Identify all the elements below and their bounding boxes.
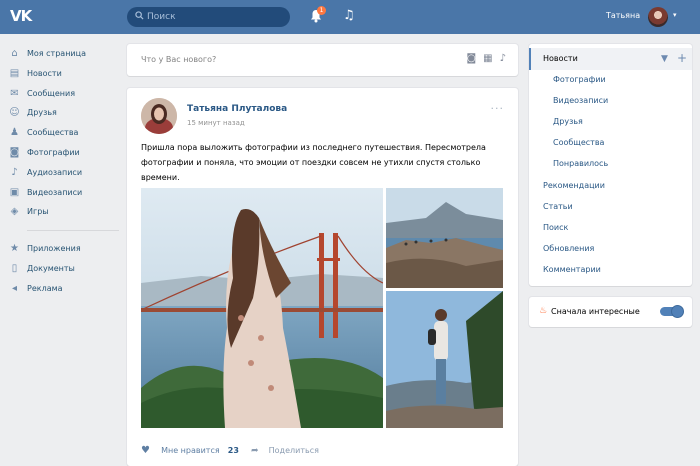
nav-label: Игры xyxy=(27,207,49,217)
nav-item-messages[interactable]: ✉ Сообщения xyxy=(8,85,123,105)
menu-item-comments[interactable]: Комментарии xyxy=(543,265,601,274)
fire-icon: ♨ xyxy=(539,306,548,316)
nav-label: Аудиозаписи xyxy=(27,167,83,177)
avatar[interactable] xyxy=(648,7,668,27)
video-icon: ▣ xyxy=(9,186,20,198)
nav-label: Реклама xyxy=(27,283,63,293)
video-icon[interactable]: ▦ xyxy=(483,53,492,64)
menu-subitem-friends[interactable]: Друзья xyxy=(553,117,583,126)
document-icon: ▯ xyxy=(11,262,18,274)
search-icon xyxy=(135,11,144,20)
search-input[interactable] xyxy=(147,9,285,25)
post-composer[interactable]: Что у Вас нового? ◙ ▦ ♪ xyxy=(127,44,518,76)
post-text: Пришла пора выложить фотографии из после… xyxy=(141,143,486,182)
like-button[interactable]: ♥ Мне нравится 23 xyxy=(141,438,239,457)
post-card: Татьяна Плуталова 15 минут назад ··· При… xyxy=(127,88,518,466)
nav-label: Моя страница xyxy=(27,49,86,58)
search-box[interactable] xyxy=(127,7,290,27)
nav-item-photos[interactable]: ◙ Фотографии xyxy=(8,144,123,164)
music-icon[interactable]: ♫ xyxy=(343,8,355,23)
nav-item-ads[interactable]: ◂ Реклама xyxy=(8,280,123,300)
news-icon: ▤ xyxy=(9,67,20,79)
camera-icon: ◙ xyxy=(9,146,20,158)
toggle-knob xyxy=(671,305,684,318)
share-button[interactable]: ➦ Поделиться xyxy=(251,438,319,457)
nav-label: Фотографии xyxy=(27,147,80,157)
nav-label: Новости xyxy=(27,68,62,78)
nav-label: Сообщения xyxy=(27,88,76,98)
camera-icon[interactable]: ◙ xyxy=(466,53,476,64)
nav-label: Приложения xyxy=(27,244,81,254)
share-label: Поделиться xyxy=(268,446,319,455)
post-photo-hiker[interactable] xyxy=(386,291,503,428)
post-photo-coast[interactable] xyxy=(386,188,503,288)
nav-item-games[interactable]: ◈ Игры xyxy=(8,203,123,223)
message-icon: ✉ xyxy=(10,87,19,99)
menu-item-articles[interactable]: Статьи xyxy=(543,202,573,211)
like-label: Мне нравится xyxy=(161,446,220,455)
vk-logo[interactable]: VK xyxy=(10,7,34,27)
post-photo-main[interactable] xyxy=(141,188,383,428)
news-filter-menu: Новости ▼ + Фотографии Видеозаписи Друзь… xyxy=(529,44,692,286)
megaphone-icon: ◂ xyxy=(11,282,18,294)
nav-label: Документы xyxy=(27,263,75,273)
star-icon: ★ xyxy=(10,243,19,255)
friends-icon: ☺ xyxy=(9,107,20,119)
menu-subitem-liked[interactable]: Понравилось xyxy=(553,159,608,168)
menu-item-recommendations[interactable]: Рекомендации xyxy=(543,181,605,190)
music-icon: ♪ xyxy=(11,166,18,178)
filter-icon[interactable]: ▼ xyxy=(661,54,668,64)
nav-item-video[interactable]: ▣ Видеозаписи xyxy=(8,184,123,204)
left-nav: ⌂ Моя страница ▤ Новости ✉ Сообщения ☺ Д… xyxy=(8,45,123,300)
like-count: 23 xyxy=(227,446,239,455)
share-icon: ➦ xyxy=(251,446,259,456)
nav-item-apps[interactable]: ★ Приложения xyxy=(8,240,123,260)
nav-label: Видеозаписи xyxy=(27,187,83,197)
nav-label: Сообщества xyxy=(27,128,79,138)
nav-item-docs[interactable]: ▯ Документы xyxy=(8,260,123,280)
gamepad-icon: ◈ xyxy=(10,206,19,218)
menu-subitem-photos[interactable]: Фотографии xyxy=(553,75,606,84)
composer-placeholder[interactable]: Что у Вас нового? xyxy=(141,55,216,64)
interesting-first-toggle[interactable] xyxy=(660,305,684,318)
nav-label: Друзья xyxy=(27,108,57,118)
sort-label: Сначала интересные xyxy=(551,307,640,316)
user-name[interactable]: Татьяна xyxy=(606,11,640,20)
home-icon: ⌂ xyxy=(11,48,18,59)
heart-icon: ♥ xyxy=(141,445,150,456)
nav-item-groups[interactable]: ♟ Сообщества xyxy=(8,124,123,144)
menu-item-search[interactable]: Поиск xyxy=(543,223,568,232)
notification-badge: 1 xyxy=(317,6,326,15)
music-icon[interactable]: ♪ xyxy=(500,53,506,64)
nav-item-my-page[interactable]: ⌂ Моя страница xyxy=(8,45,123,65)
top-bar: VK 1 ♫ Татьяна ▾ xyxy=(0,0,700,34)
chevron-down-icon[interactable]: ▾ xyxy=(673,11,677,19)
nav-divider xyxy=(27,230,119,232)
menu-subitem-videos[interactable]: Видеозаписи xyxy=(553,96,608,105)
more-icon[interactable]: ··· xyxy=(491,102,505,115)
plus-icon[interactable]: + xyxy=(677,51,687,65)
nav-item-friends[interactable]: ☺ Друзья xyxy=(8,104,123,124)
menu-item-updates[interactable]: Обновления xyxy=(543,244,594,253)
sort-card: ♨ Сначала интересные xyxy=(529,297,692,327)
menu-subitem-groups[interactable]: Сообщества xyxy=(553,138,604,147)
composer-attachments: ◙ ▦ ♪ xyxy=(466,53,506,64)
nav-item-audio[interactable]: ♪ Аудиозаписи xyxy=(8,164,123,184)
post-author-name[interactable]: Татьяна Плуталова xyxy=(187,104,287,114)
post-timestamp[interactable]: 15 минут назад xyxy=(187,119,245,127)
menu-item-news-label[interactable]: Новости xyxy=(543,54,578,63)
post-author-avatar[interactable] xyxy=(141,98,177,134)
nav-item-news[interactable]: ▤ Новости xyxy=(8,65,123,85)
groups-icon: ♟ xyxy=(10,127,19,139)
